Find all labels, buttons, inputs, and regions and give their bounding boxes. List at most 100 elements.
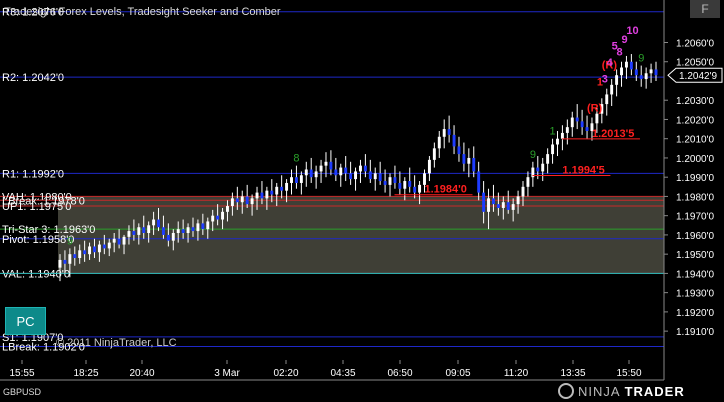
candle-body [97,244,101,253]
candle-body [551,144,555,155]
candle-body [240,196,244,203]
candle [388,173,392,197]
candle-body [294,177,298,183]
level-label: Pivot: 1.1958'0 [2,234,74,246]
candle-body [624,61,628,68]
candle-body [491,198,495,205]
candle [624,55,628,80]
candle-body [506,202,510,210]
price-chart[interactable]: R3: 1.2076'0R2: 1.2042'0R1: 1.1992'0VAH:… [0,0,724,402]
candle-body [452,134,456,147]
candle [373,167,377,191]
last-price-label: 1.2042'9 [679,71,717,82]
candle-body [565,127,569,133]
candle [531,161,535,187]
time-tick-label: 13:35 [560,368,585,379]
brand-bold: TRADER [624,383,685,399]
pc-button[interactable]: PC [5,307,46,335]
candle-body [408,181,412,187]
seeker-label: 9 [638,53,644,65]
candle-body [413,186,417,193]
time-tick-label: 04:35 [330,368,355,379]
candle [634,61,638,81]
candle [329,150,333,176]
price-tick-label: 1.2010'0 [676,135,714,146]
candle-body [132,231,136,235]
candle-body [634,69,638,76]
level-label: UP1: 1.1975'0 [2,201,71,213]
candle-body [393,177,397,183]
candle [339,163,343,187]
candle [358,159,362,183]
candle [457,136,461,162]
ninja-logo-icon [558,383,574,399]
candle-body [319,165,323,172]
candle [314,165,318,189]
candle [620,61,623,87]
candle [570,111,574,137]
candle-body [73,254,77,259]
price-tick-label: 1.1990'0 [676,173,714,184]
candle-body [427,159,431,174]
candle-body [560,132,564,139]
candle-body [226,206,229,212]
candle-body [516,196,520,205]
candle [304,161,308,187]
candle-body [629,61,633,70]
price-axis: 1.2060'0 1.2050'0 1.2030'0 1.2020'0 1.2010'0… [663,0,723,380]
candle-body [122,236,126,245]
seeker-label: 9 [530,149,536,161]
candle [585,115,589,139]
f-button[interactable]: F [690,0,720,18]
candle-body [472,157,476,172]
candle-body [304,169,308,176]
ninjatrader-logo: NINJA TRADER [558,383,685,399]
price-tick-label: 1.1940'0 [676,269,714,280]
candle-body [467,157,471,164]
price-tick-label: 1.1970'0 [676,212,714,223]
time-tick-label: 15:55 [9,368,34,379]
candle-body [368,171,372,180]
candle-body [324,161,328,166]
seeker-label: 8 [293,153,299,165]
candle-body [299,175,303,183]
candle-body [334,169,338,176]
candle-body [147,225,151,233]
candle-body [186,227,190,233]
candle-body [181,229,185,233]
candle [556,131,559,157]
candle [427,156,431,182]
time-tick-label: 06:50 [387,368,412,379]
candle-body [191,227,195,232]
candle-body [556,138,559,145]
candle-body [378,173,382,182]
candle-body [309,169,313,178]
candle [477,161,481,201]
price-tick-label: 1.1980'0 [676,192,714,203]
candle-body [93,246,96,253]
price-tick-label: 1.2000'0 [676,154,714,165]
seeker-label: 1 [550,126,556,138]
candle-body [265,190,269,199]
time-tick-label: 09:05 [445,368,470,379]
candle-body [102,244,106,249]
candle [551,138,555,164]
candle-body [83,250,87,255]
candle-body [383,181,387,185]
candle-body [161,227,165,235]
candle-body [250,198,254,205]
time-tick-label: 3 Mar [214,368,240,379]
candle-body [521,186,525,197]
candle-body [432,148,436,160]
candle-body [275,186,279,195]
candle-body [447,129,451,135]
candle-body [373,173,377,180]
candle-body [620,67,623,76]
candle [299,171,303,195]
candle [344,156,348,182]
price-tick-label: 1.2020'0 [676,115,714,126]
candle [408,167,412,193]
candle [309,157,313,183]
candle-body [201,223,205,230]
candle [354,167,358,191]
